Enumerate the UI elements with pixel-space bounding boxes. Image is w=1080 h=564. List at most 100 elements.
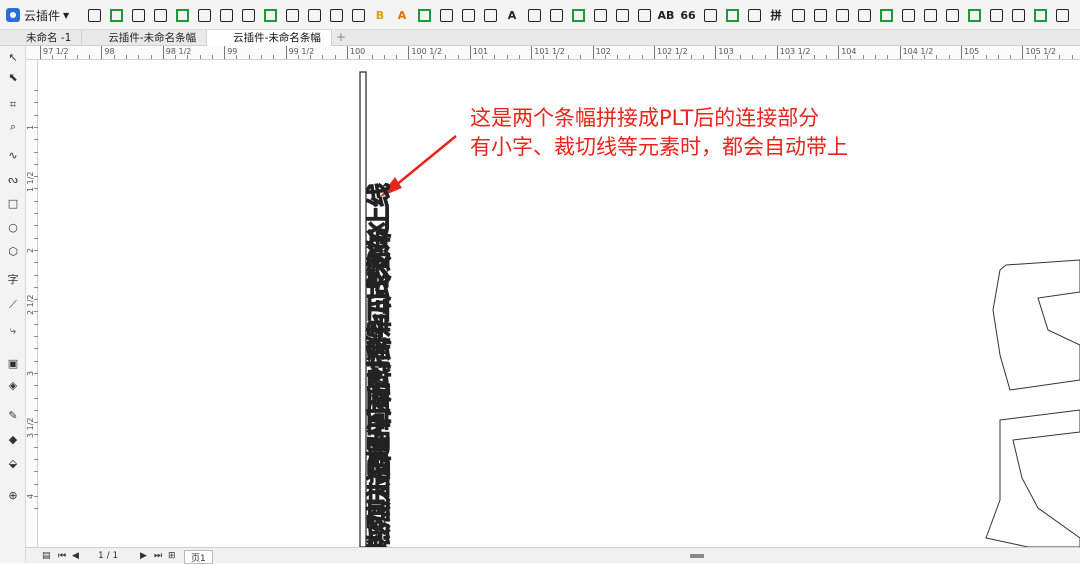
c-circle-icon[interactable]	[788, 5, 808, 25]
transform-icon[interactable]	[128, 5, 148, 25]
grid-icon[interactable]	[304, 5, 324, 25]
polygon-tool-icon[interactable]: ⬡	[5, 244, 21, 258]
ot-icon[interactable]	[722, 5, 742, 25]
ruler-minor-tick	[764, 55, 766, 59]
pin-text-icon[interactable]: 拼	[766, 5, 786, 25]
hand-icon[interactable]	[590, 5, 610, 25]
page-icon[interactable]	[832, 5, 852, 25]
crop-icon[interactable]	[172, 5, 192, 25]
add-tool-icon[interactable]: ⊕	[5, 488, 21, 502]
freehand-tool-icon[interactable]: ∿	[5, 148, 21, 162]
font-a-icon[interactable]: A	[392, 5, 412, 25]
plugin-menu-button[interactable]: 云插件 ▼	[6, 5, 69, 25]
menu-icon[interactable]	[1052, 5, 1072, 25]
add-tab-button[interactable]: +	[332, 30, 350, 45]
delete-icon[interactable]	[986, 5, 1006, 25]
previous-page-icon[interactable]: ◀	[72, 550, 79, 562]
ruler-minor-tick	[862, 55, 864, 59]
bold-b-icon[interactable]: B	[370, 5, 390, 25]
ruler-minor-tick	[506, 55, 508, 59]
drop-shadow-tool-icon[interactable]: ▣	[5, 356, 21, 370]
banner-left-text[interactable]: 热烈庆祝超平面云插件正式发布上线	[331, 183, 393, 547]
large-outline-glyph[interactable]	[985, 259, 1080, 547]
add-page-icon[interactable]: ⊞	[168, 550, 176, 562]
link-icon[interactable]	[568, 5, 588, 25]
copy-icon[interactable]	[282, 5, 302, 25]
monitor-icon[interactable]	[634, 5, 654, 25]
parallel-dimension-tool-icon[interactable]: ⟋	[5, 298, 21, 312]
tab-banner-2[interactable]: 云插件-未命名条幅	[207, 30, 332, 46]
text-t-icon[interactable]	[194, 5, 214, 25]
image-icon[interactable]	[84, 5, 104, 25]
barcode-icon[interactable]	[326, 5, 346, 25]
picture-icon[interactable]	[700, 5, 720, 25]
flag-icon[interactable]	[106, 5, 126, 25]
document-properties-icon[interactable]: ▤	[42, 550, 51, 562]
text-tool-icon[interactable]: 字	[5, 272, 21, 286]
annotation-arrow-line	[389, 135, 457, 191]
recycle-icon[interactable]	[942, 5, 962, 25]
ruler-major-tick	[408, 46, 410, 59]
cross-box-icon[interactable]	[876, 5, 896, 25]
rectangle-icon[interactable]	[260, 5, 280, 25]
page-tab[interactable]: 页1	[184, 550, 213, 564]
interactive-fill-tool-icon[interactable]: ◆	[5, 432, 21, 446]
connector-tool-icon[interactable]: ⤷	[5, 324, 21, 338]
ruler-minor-tick	[432, 55, 434, 59]
eyedropper-tool-icon[interactable]: ✎	[5, 408, 21, 422]
trace-icon[interactable]	[348, 5, 368, 25]
qr-icon[interactable]	[480, 5, 500, 25]
banner-right-text[interactable]: 欢迎各位老板体验使用超平面云插件	[363, 221, 400, 547]
horizontal-scrollbar-thumb[interactable]	[690, 554, 704, 558]
ruler-minor-tick	[629, 55, 631, 59]
text-tt-icon[interactable]	[216, 5, 236, 25]
next-page-icon[interactable]: ▶	[140, 550, 147, 562]
photo-icon[interactable]	[524, 5, 544, 25]
drawing-canvas[interactable]: 热烈庆祝超平面云插件正式发布上线 欢迎各位老板体验使用超平面云插件 这是两个条幅…	[38, 60, 1080, 547]
mesh-icon[interactable]	[744, 5, 764, 25]
tab-banner-1[interactable]: 云插件-未命名条幅	[82, 30, 208, 46]
text-a-icon[interactable]	[238, 5, 258, 25]
layout-icon[interactable]	[458, 5, 478, 25]
pick-tool-icon[interactable]: ↖	[5, 50, 21, 64]
crop-tool-icon[interactable]: ⌗	[5, 98, 21, 112]
ruler-label: 102	[595, 47, 611, 56]
frame2-icon[interactable]	[964, 5, 984, 25]
weld-icon[interactable]	[898, 5, 918, 25]
vertical-ruler[interactable]: 11 1/2 2 2 1/2 3 3 1/2 4	[26, 60, 38, 547]
annotation-line-1: 这是两个条幅拼接成PLT后的连接部分	[470, 106, 820, 130]
artistic-media-tool-icon[interactable]: ᔓ	[5, 172, 21, 186]
first-page-icon[interactable]: ⏮	[58, 550, 66, 562]
ruler-minor-tick	[666, 55, 668, 59]
bold-a-icon[interactable]: A	[502, 5, 522, 25]
frame-icon[interactable]	[150, 5, 170, 25]
arrow-up-icon[interactable]	[1008, 5, 1028, 25]
rectangle-tool-icon[interactable]: □	[5, 196, 21, 210]
quote-icon[interactable]: 66	[678, 5, 698, 25]
nest-icon[interactable]	[414, 5, 434, 25]
ab-icon[interactable]: AB	[656, 5, 676, 25]
ruler-minor-tick	[52, 55, 54, 59]
ruler-major-tick	[899, 46, 901, 59]
gallery-icon[interactable]	[546, 5, 566, 25]
zoom-tool-icon[interactable]: ⌕	[5, 120, 21, 134]
text-align-icon[interactable]	[854, 5, 874, 25]
last-page-icon[interactable]: ⏭	[154, 550, 162, 562]
ruler-minor-tick	[727, 55, 729, 59]
tab-untitled-1[interactable]: 未命名 -1	[0, 30, 83, 46]
bucket-icon[interactable]	[920, 5, 940, 25]
document-tabs: 未命名 -1 云插件-未命名条幅 云插件-未命名条幅 +	[0, 30, 1080, 46]
align-text-icon[interactable]	[810, 5, 830, 25]
smart-fill-tool-icon[interactable]: ⬙	[5, 456, 21, 470]
shape-tool-icon[interactable]: ⬉	[5, 70, 21, 84]
horizontal-ruler[interactable]: 97 1/2 98 98 1/2 99 99 1/2 100 100 1/2 101 101 1…	[26, 46, 1080, 60]
shape-icon[interactable]	[612, 5, 632, 25]
ruler-minor-tick	[568, 55, 570, 59]
node-icon[interactable]	[436, 5, 456, 25]
ruler-minor-tick	[789, 55, 791, 59]
ruler-minor-tick	[887, 55, 889, 59]
transparency-tool-icon[interactable]: ◈	[5, 378, 21, 392]
p-circle-icon[interactable]	[1030, 5, 1050, 25]
ruler-major-tick	[469, 46, 471, 59]
ellipse-tool-icon[interactable]: ○	[5, 220, 21, 234]
